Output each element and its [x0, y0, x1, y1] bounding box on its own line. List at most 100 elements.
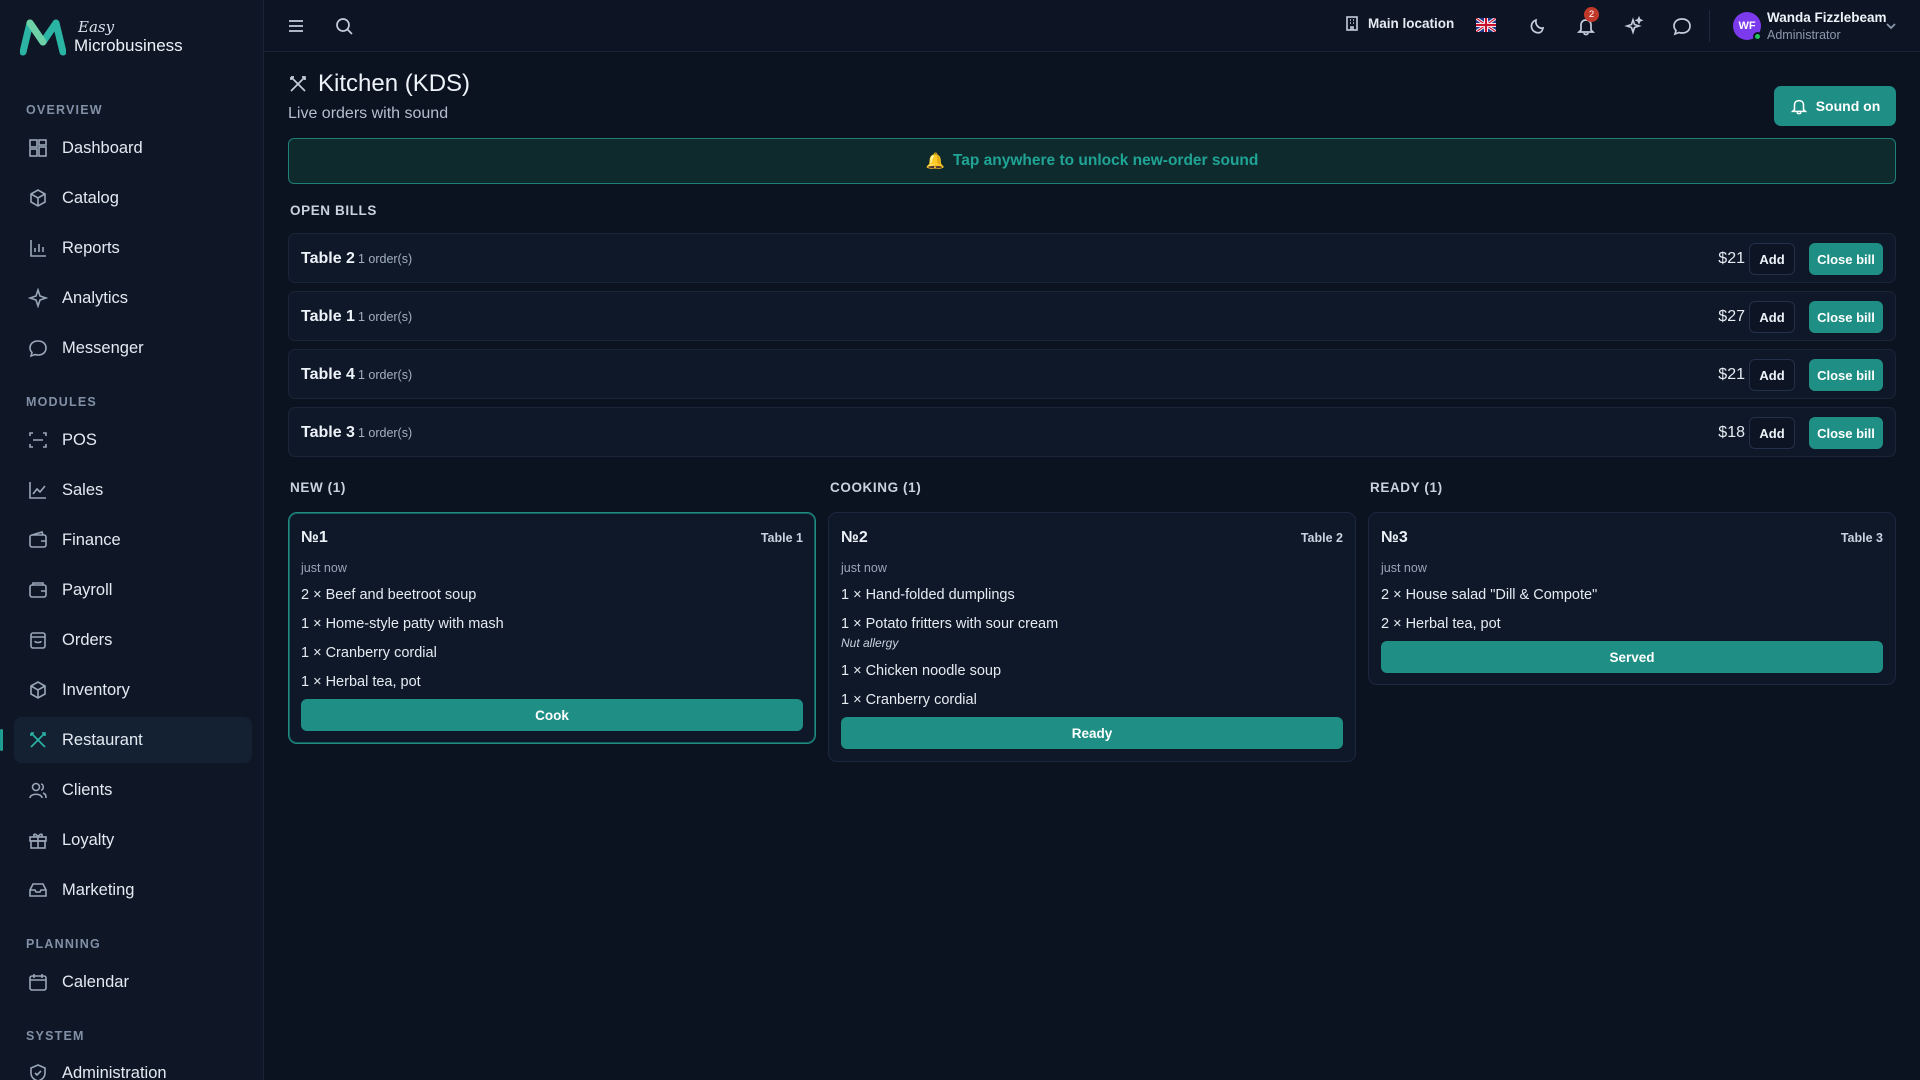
- page-title: Kitchen (KDS): [318, 70, 471, 97]
- sidebar-item-pos[interactable]: POS: [14, 417, 252, 463]
- user-name[interactable]: Wanda Fizzlebeam: [1767, 10, 1887, 25]
- sidebar-item-messenger[interactable]: Messenger: [14, 325, 252, 371]
- sidebar-item-label: Calendar: [62, 972, 129, 991]
- restaurant-icon: [28, 730, 48, 750]
- chevron-down-icon[interactable]: [1884, 19, 1898, 33]
- location-selector[interactable]: Main location: [1344, 15, 1454, 31]
- sidebar-item-label: Orders: [62, 630, 113, 649]
- sidebar-item-label: Administration: [62, 1063, 167, 1080]
- ready-button[interactable]: Ready: [841, 717, 1343, 749]
- marketing-icon: [28, 880, 48, 900]
- order-card-ready: №3 Table 3 just now 2 × House salad "Dil…: [1368, 512, 1896, 685]
- reports-icon: [28, 238, 48, 258]
- uk-flag-icon[interactable]: [1476, 18, 1496, 32]
- sidebar-item-catalog[interactable]: Catalog: [14, 175, 252, 221]
- payroll-icon: [28, 580, 48, 600]
- bill-row: Table 11 order(s) $27 Add Close bill: [288, 291, 1896, 341]
- order-table: Table 3: [1840, 531, 1883, 545]
- sidebar-item-label: Dashboard: [62, 138, 143, 157]
- sidebar-item-restaurant[interactable]: Restaurant: [0, 717, 252, 763]
- order-item-note: Nut allergy: [841, 636, 899, 650]
- close-bill-button[interactable]: Close bill: [1809, 359, 1883, 391]
- pos-icon: [28, 430, 48, 450]
- unlock-banner-text: Tap anywhere to unlock new-order sound: [952, 152, 1259, 169]
- chat-icon[interactable]: [1670, 14, 1694, 38]
- nav-section-overview: OVERVIEW: [26, 103, 103, 117]
- sidebar-item-label: Reports: [62, 238, 120, 257]
- close-bill-button[interactable]: Close bill: [1809, 301, 1883, 333]
- loyalty-icon: [28, 830, 48, 850]
- sidebar-item-marketing[interactable]: Marketing: [14, 867, 252, 913]
- sidebar-item-finance[interactable]: Finance: [14, 517, 252, 563]
- nav-section-modules: MODULES: [26, 395, 97, 409]
- bill-table-name: Table 1: [301, 308, 355, 325]
- add-order-button[interactable]: Add: [1749, 301, 1795, 333]
- online-status-dot: [1753, 32, 1762, 41]
- sidebar-item-label: Messenger: [62, 338, 144, 357]
- sidebar-item-loyalty[interactable]: Loyalty: [14, 817, 252, 863]
- close-bill-button[interactable]: Close bill: [1809, 243, 1883, 275]
- close-bill-button[interactable]: Close bill: [1809, 417, 1883, 449]
- topbar-divider: [1709, 10, 1710, 42]
- sparkles-icon[interactable]: [1622, 14, 1646, 38]
- bill-amount: $21: [1718, 366, 1745, 383]
- search-icon[interactable]: [332, 14, 356, 38]
- notification-badge: 2: [1584, 7, 1599, 22]
- sidebar-item-orders[interactable]: Orders: [14, 617, 252, 663]
- dark-mode-icon[interactable]: [1526, 14, 1550, 38]
- bill-table-name: Table 2: [301, 250, 355, 267]
- logo-mark-icon: [20, 19, 66, 56]
- logo-name-text: Microbusiness: [74, 36, 183, 55]
- messenger-icon: [28, 338, 48, 358]
- logo-easy-text: Easy: [78, 18, 115, 36]
- sidebar-item-inventory[interactable]: Inventory: [14, 667, 252, 713]
- sidebar-item-clients[interactable]: Clients: [14, 767, 252, 813]
- order-item: 1 × Home-style patty with mash: [301, 616, 504, 632]
- bill-amount: $21: [1718, 250, 1745, 267]
- order-item: 1 × Cranberry cordial: [301, 645, 437, 661]
- analytics-icon: [28, 288, 48, 308]
- topbar: Main location 2 WF Wanda Fizzlebeam Admi…: [264, 0, 1920, 52]
- order-item: 2 × Herbal tea, pot: [1381, 616, 1501, 632]
- cook-button[interactable]: Cook: [301, 699, 803, 731]
- sidebar-item-dashboard[interactable]: Dashboard: [14, 125, 252, 171]
- sidebar-item-analytics[interactable]: Analytics: [14, 275, 252, 321]
- sidebar-item-administration[interactable]: Administration: [14, 1050, 252, 1080]
- column-ready-heading: READY (1): [1370, 480, 1443, 495]
- bill-table-name: Table 4: [301, 366, 355, 383]
- sidebar-item-reports[interactable]: Reports: [14, 225, 252, 271]
- sidebar-item-label: Marketing: [62, 880, 135, 899]
- unlock-sound-banner[interactable]: 🔔 Tap anywhere to unlock new-order sound: [288, 138, 1896, 184]
- calendar-icon: [28, 972, 48, 992]
- restaurant-icon: [290, 76, 306, 92]
- sidebar-item-label: Inventory: [62, 680, 130, 699]
- order-table: Table 1: [760, 531, 803, 545]
- bell-emoji-icon: 🔔: [925, 152, 945, 170]
- bill-amount: $18: [1718, 424, 1745, 441]
- add-order-button[interactable]: Add: [1749, 417, 1795, 449]
- menu-icon[interactable]: [284, 14, 308, 38]
- sidebar-item-calendar[interactable]: Calendar: [14, 959, 252, 1005]
- nav-section-system: SYSTEM: [26, 1029, 85, 1043]
- open-bills-heading: OPEN BILLS: [290, 203, 378, 218]
- order-number: №1: [301, 529, 328, 546]
- order-item: 1 × Chicken noodle soup: [841, 663, 1002, 679]
- sound-toggle-button[interactable]: Sound on: [1774, 86, 1896, 126]
- sidebar-item-label: Finance: [62, 530, 121, 549]
- user-role: Administrator: [1767, 28, 1841, 42]
- add-order-button[interactable]: Add: [1749, 359, 1795, 391]
- sidebar-item-label: Analytics: [62, 288, 129, 307]
- bill-order-count: 1 order(s): [357, 426, 413, 440]
- sidebar-item-payroll[interactable]: Payroll: [14, 567, 252, 613]
- sidebar-item-sales[interactable]: Sales: [14, 467, 252, 513]
- sidebar-item-label: Restaurant: [62, 730, 143, 749]
- sales-icon: [28, 480, 48, 500]
- bell-icon: [1790, 99, 1807, 115]
- bill-row: Table 21 order(s) $21 Add Close bill: [288, 233, 1896, 283]
- order-time: just now: [301, 561, 347, 575]
- add-order-button[interactable]: Add: [1749, 243, 1795, 275]
- order-item: 1 × Cranberry cordial: [841, 692, 977, 708]
- app-logo[interactable]: Easy Microbusiness: [20, 18, 183, 56]
- served-button[interactable]: Served: [1381, 641, 1883, 673]
- clients-icon: [28, 780, 48, 800]
